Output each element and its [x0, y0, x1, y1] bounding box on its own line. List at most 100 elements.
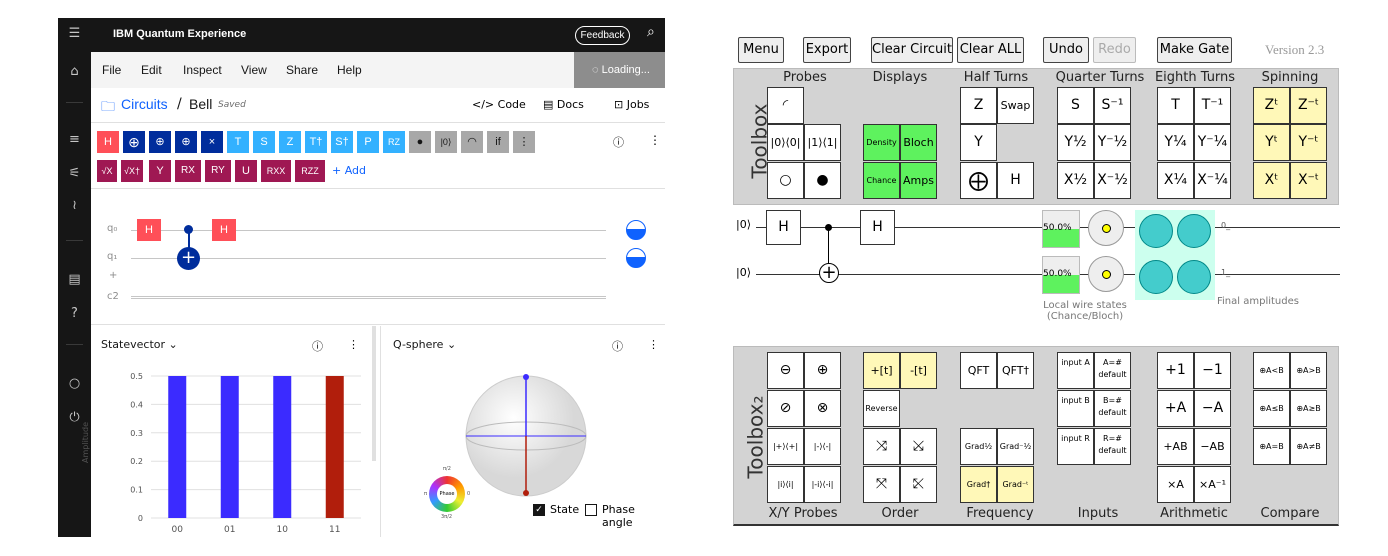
- home-icon[interactable]: ⌂: [58, 64, 91, 79]
- info-icon[interactable]: ⓘ: [613, 134, 624, 150]
- breadcrumb-root[interactable]: Circuits: [121, 96, 168, 112]
- bar-01[interactable]: [220, 376, 239, 518]
- input-r-gate[interactable]: input R: [1057, 428, 1094, 465]
- postselect-i[interactable]: |i⟩⟨i|: [767, 466, 804, 503]
- gate-if[interactable]: if: [487, 131, 509, 153]
- book-icon[interactable]: ▤: [58, 272, 91, 287]
- gate-toffoli[interactable]: ⊕: [149, 131, 171, 153]
- export-button[interactable]: Export: [803, 37, 851, 63]
- menu-edit[interactable]: Edit: [141, 63, 162, 77]
- chance-display[interactable]: Chance: [863, 162, 900, 199]
- postselect-plus[interactable]: |+⟩⟨+|: [767, 428, 804, 465]
- z-inv-spin-gate[interactable]: Z⁻ᵗ: [1290, 87, 1327, 124]
- x-inv-half-gate[interactable]: X⁻½: [1094, 162, 1131, 199]
- overflow-icon[interactable]: ⋮: [648, 338, 659, 351]
- mul-a-gate[interactable]: ×A: [1157, 466, 1194, 503]
- y-probe-pos[interactable]: ⊗: [804, 390, 841, 427]
- code-button[interactable]: </> Code: [472, 98, 526, 111]
- compare-ge-gate[interactable]: ⊕A≥B: [1290, 390, 1327, 427]
- phase-angle-checkbox[interactable]: [585, 504, 597, 516]
- sub-a-gate[interactable]: −A: [1194, 390, 1231, 427]
- wire-1-init[interactable]: |0⟩: [736, 266, 751, 279]
- gate-t[interactable]: T: [227, 131, 249, 153]
- bar-11[interactable]: [325, 376, 344, 518]
- menu-help[interactable]: Help: [337, 63, 362, 77]
- postselect-1-gate[interactable]: |1⟩⟨1|: [804, 124, 841, 161]
- z-gate[interactable]: Z: [960, 87, 997, 124]
- y-inv-half-gate[interactable]: Y⁻½: [1094, 124, 1131, 161]
- qft-inv-gate[interactable]: QFT†: [997, 352, 1034, 389]
- info-icon[interactable]: ⓘ: [612, 338, 623, 354]
- bloch-display[interactable]: Bloch: [900, 124, 937, 161]
- docs-button[interactable]: ▤ Docs: [543, 98, 584, 111]
- overflow-icon[interactable]: ⋮: [348, 338, 359, 351]
- jobs-button[interactable]: ⊡ Jobs: [614, 98, 649, 111]
- swap-gate[interactable]: Swap: [997, 87, 1034, 124]
- toggles-icon[interactable]: ⚟: [58, 166, 91, 181]
- x-spin-gate[interactable]: Xᵗ: [1253, 162, 1290, 199]
- gate-measure[interactable]: ◠: [461, 131, 483, 153]
- density-display[interactable]: Density: [863, 124, 900, 161]
- postselect-0-gate[interactable]: |0⟩⟨0|: [767, 124, 804, 161]
- gate-reset[interactable]: |0⟩: [435, 131, 457, 153]
- x-probe-neg[interactable]: ⊖: [767, 352, 804, 389]
- anti-control-gate[interactable]: ○: [767, 162, 804, 199]
- compare-eq-gate[interactable]: ⊕A=B: [1253, 428, 1290, 465]
- gate-swap[interactable]: ×: [201, 131, 223, 153]
- qsphere-title[interactable]: Q-sphere ⌄: [393, 338, 456, 351]
- undo-button[interactable]: Undo: [1043, 37, 1089, 63]
- add-qubit-button[interactable]: +: [109, 270, 117, 281]
- add-gate-button[interactable]: + Add: [332, 164, 366, 177]
- add-a-gate[interactable]: +A: [1157, 390, 1194, 427]
- compare-gt-gate[interactable]: ⊕A>B: [1290, 352, 1327, 389]
- gate-sdg[interactable]: S†: [331, 131, 353, 153]
- increment-gate[interactable]: +1: [1157, 352, 1194, 389]
- compare-ne-gate[interactable]: ⊕A≠B: [1290, 428, 1327, 465]
- s-inv-gate[interactable]: S⁻¹: [1094, 87, 1131, 124]
- quirk-circuit-h2[interactable]: H: [860, 210, 895, 245]
- gate-cnot[interactable]: ⊕: [123, 131, 145, 153]
- input-a-gate[interactable]: input A: [1057, 352, 1094, 389]
- deinterleave-gate[interactable]: ⤩: [900, 428, 937, 465]
- quirk-cnot-target[interactable]: +: [819, 263, 839, 283]
- gate-rx[interactable]: RX: [175, 160, 201, 182]
- set-a-gate[interactable]: A=# default: [1094, 352, 1131, 389]
- cycle-plus-gate[interactable]: +[t]: [863, 352, 900, 389]
- grad-inv-half-gate[interactable]: Grad⁻½: [997, 428, 1034, 465]
- menu-inspect[interactable]: Inspect: [183, 63, 222, 77]
- menu-view[interactable]: View: [241, 63, 267, 77]
- add-ab-gate[interactable]: +AB: [1157, 428, 1194, 465]
- s-gate[interactable]: S: [1057, 87, 1094, 124]
- qft-gate[interactable]: QFT: [960, 352, 997, 389]
- gate-rz[interactable]: RZ: [383, 131, 405, 153]
- interleave-gate[interactable]: ⤨: [863, 428, 900, 465]
- postselect-minus[interactable]: |-⟩⟨-|: [804, 428, 841, 465]
- make-gate-button[interactable]: Make Gate: [1157, 37, 1232, 63]
- set-b-gate[interactable]: B=# default: [1094, 390, 1131, 427]
- circuit-gate-h1[interactable]: H: [137, 219, 161, 241]
- measure-gate[interactable]: ◜: [767, 87, 804, 124]
- folder-icon[interactable]: 🗀: [101, 96, 115, 120]
- gate-ry[interactable]: RY: [205, 160, 231, 182]
- gate-u[interactable]: U: [235, 160, 257, 182]
- y-probe-neg[interactable]: ⊘: [767, 390, 804, 427]
- grad-t-gate[interactable]: Grad†: [960, 466, 997, 503]
- compare-lt-gate[interactable]: ⊕A<B: [1253, 352, 1290, 389]
- overflow-icon[interactable]: ⋮: [649, 133, 661, 147]
- bar-10[interactable]: [273, 376, 292, 518]
- clear-all-button[interactable]: Clear ALL: [957, 37, 1024, 63]
- gate-y[interactable]: Y: [149, 160, 171, 182]
- grad-half-gate[interactable]: Grad½: [960, 428, 997, 465]
- hamburger-icon[interactable]: ☰: [58, 26, 91, 41]
- z-spin-gate[interactable]: Zᵗ: [1253, 87, 1290, 124]
- menu-share[interactable]: Share: [286, 63, 318, 77]
- input-b-gate[interactable]: input B: [1057, 390, 1094, 427]
- y-inv-spin-gate[interactable]: Y⁻ᵗ: [1290, 124, 1327, 161]
- gate-ccx[interactable]: ⊕: [175, 131, 197, 153]
- y-spin-gate[interactable]: Yᵗ: [1253, 124, 1290, 161]
- menu-button[interactable]: Menu: [738, 37, 784, 63]
- statevector-title[interactable]: Statevector ⌄: [101, 338, 178, 351]
- compare-le-gate[interactable]: ⊕A≤B: [1253, 390, 1290, 427]
- decrement-gate[interactable]: −1: [1194, 352, 1231, 389]
- amps-display[interactable]: Amps: [900, 162, 937, 199]
